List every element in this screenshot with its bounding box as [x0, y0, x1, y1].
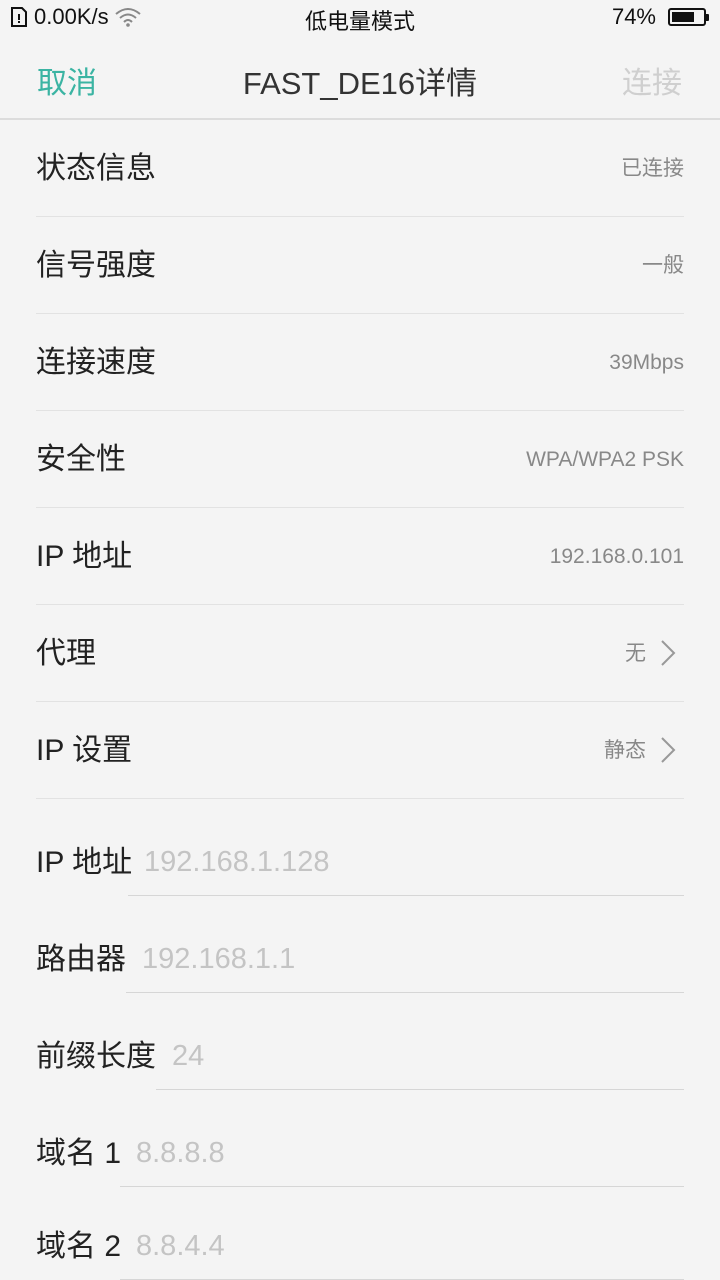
- ip-address-input[interactable]: 192.168.1.128: [128, 799, 684, 896]
- dns2-field-row: 域名 2 8.8.4.4: [36, 1183, 684, 1280]
- row-value: 39Mbps: [609, 351, 684, 374]
- row-value: 192.168.0.101: [549, 545, 684, 568]
- battery-percent: 74%: [611, 4, 656, 29]
- row-label: 状态信息: [36, 152, 156, 185]
- prefix-length-field-row: 前缀长度 24: [36, 993, 684, 1090]
- field-label: IP 地址: [36, 846, 133, 879]
- prefix-length-input[interactable]: 24: [156, 993, 684, 1090]
- dns2-input[interactable]: 8.8.4.4: [120, 1183, 684, 1280]
- row-label: 代理: [36, 637, 96, 670]
- row-value: 一般: [642, 254, 684, 277]
- page-title: FAST_DE16详情: [242, 66, 478, 101]
- status-right: 74%: [611, 4, 709, 30]
- row-value: 无: [625, 642, 646, 665]
- ip-address-row: IP 地址 192.168.0.101: [36, 508, 684, 605]
- row-value: 静态: [604, 739, 646, 762]
- battery-icon: [668, 8, 709, 26]
- input-placeholder: 192.168.1.128: [144, 846, 330, 878]
- field-label: 前缀长度: [36, 1040, 156, 1073]
- input-placeholder: 8.8.8.8: [136, 1137, 225, 1169]
- nav-bar: 取消 FAST_DE16详情 连接: [0, 36, 720, 120]
- gateway-field-row: 路由器 192.168.1.1: [36, 896, 684, 993]
- row-label: IP 地址: [36, 540, 133, 573]
- row-value: WPA/WPA2 PSK: [526, 448, 684, 471]
- dns1-input[interactable]: 8.8.8.8: [120, 1090, 684, 1187]
- dns1-field-row: 域名 1 8.8.8.8: [36, 1090, 684, 1187]
- ip-settings-row[interactable]: IP 设置 静态: [36, 702, 684, 799]
- chevron-right-icon: [661, 640, 676, 666]
- ip-address-field-row: IP 地址 192.168.1.128: [36, 799, 684, 896]
- row-label: IP 设置: [36, 734, 133, 767]
- input-placeholder: 24: [172, 1040, 205, 1072]
- status-info-row: 状态信息 已连接: [36, 120, 684, 217]
- battery-level: [672, 12, 694, 22]
- row-value: 已连接: [621, 157, 684, 180]
- link-speed-row: 连接速度 39Mbps: [36, 314, 684, 411]
- proxy-row[interactable]: 代理 无: [36, 605, 684, 702]
- security-row: 安全性 WPA/WPA2 PSK: [36, 411, 684, 508]
- status-bar: 0.00K/s 低电量模式 74%: [0, 0, 720, 36]
- signal-strength-row: 信号强度 一般: [36, 217, 684, 314]
- field-label: 路由器: [36, 943, 126, 976]
- input-placeholder: 8.8.4.4: [136, 1230, 225, 1262]
- chevron-right-icon: [661, 737, 676, 763]
- row-label: 连接速度: [36, 346, 156, 379]
- gateway-input[interactable]: 192.168.1.1: [126, 896, 684, 993]
- cancel-button[interactable]: 取消: [37, 58, 97, 102]
- row-label: 安全性: [36, 443, 126, 476]
- row-label: 信号强度: [36, 249, 156, 282]
- field-label: 域名 1: [36, 1137, 122, 1170]
- field-label: 域名 2: [36, 1230, 122, 1263]
- input-placeholder: 192.168.1.1: [142, 943, 296, 975]
- connect-button[interactable]: 连接: [622, 58, 682, 102]
